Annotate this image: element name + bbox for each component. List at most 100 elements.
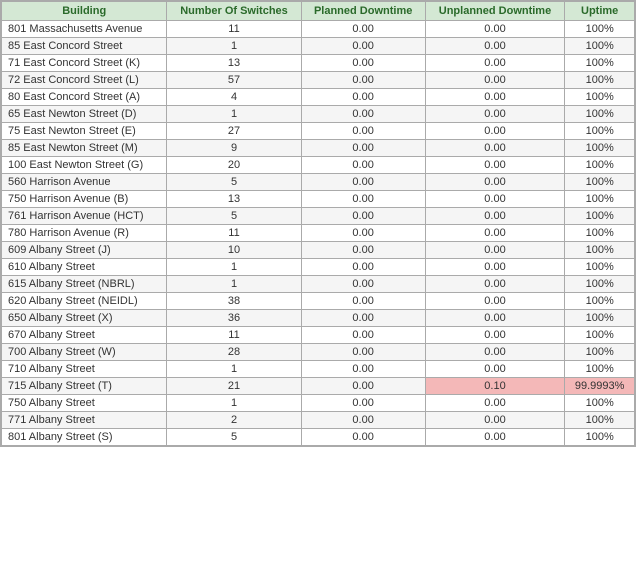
- cell-uptime: 100%: [565, 123, 635, 140]
- cell-unplanned: 0.10: [425, 378, 565, 395]
- cell-switches: 1: [167, 38, 301, 55]
- table-row: 761 Harrison Avenue (HCT)50.000.00100%: [2, 208, 635, 225]
- cell-uptime: 100%: [565, 174, 635, 191]
- cell-planned: 0.00: [301, 242, 425, 259]
- cell-uptime: 100%: [565, 242, 635, 259]
- cell-planned: 0.00: [301, 378, 425, 395]
- cell-building: 715 Albany Street (T): [2, 378, 167, 395]
- main-table-container: Building Number Of Switches Planned Down…: [0, 0, 636, 447]
- col-unplanned: Unplanned Downtime: [425, 2, 565, 21]
- cell-planned: 0.00: [301, 208, 425, 225]
- table-row: 801 Massachusetts Avenue110.000.00100%: [2, 21, 635, 38]
- cell-switches: 10: [167, 242, 301, 259]
- cell-uptime: 100%: [565, 361, 635, 378]
- cell-uptime: 100%: [565, 38, 635, 55]
- cell-switches: 5: [167, 174, 301, 191]
- cell-switches: 1: [167, 259, 301, 276]
- table-row: 750 Harrison Avenue (B)130.000.00100%: [2, 191, 635, 208]
- cell-unplanned: 0.00: [425, 55, 565, 72]
- cell-switches: 38: [167, 293, 301, 310]
- cell-uptime: 100%: [565, 21, 635, 38]
- cell-planned: 0.00: [301, 327, 425, 344]
- cell-building: 72 East Concord Street (L): [2, 72, 167, 89]
- cell-unplanned: 0.00: [425, 21, 565, 38]
- cell-unplanned: 0.00: [425, 242, 565, 259]
- cell-building: 801 Massachusetts Avenue: [2, 21, 167, 38]
- cell-switches: 1: [167, 106, 301, 123]
- cell-building: 85 East Newton Street (M): [2, 140, 167, 157]
- cell-switches: 1: [167, 361, 301, 378]
- table-row: 670 Albany Street110.000.00100%: [2, 327, 635, 344]
- table-row: 715 Albany Street (T)210.000.1099.9993%: [2, 378, 635, 395]
- table-row: 650 Albany Street (X)360.000.00100%: [2, 310, 635, 327]
- cell-switches: 5: [167, 208, 301, 225]
- cell-building: 80 East Concord Street (A): [2, 89, 167, 106]
- table-row: 560 Harrison Avenue50.000.00100%: [2, 174, 635, 191]
- cell-planned: 0.00: [301, 72, 425, 89]
- cell-uptime: 100%: [565, 344, 635, 361]
- cell-uptime: 99.9993%: [565, 378, 635, 395]
- cell-unplanned: 0.00: [425, 225, 565, 242]
- table-row: 100 East Newton Street (G)200.000.00100%: [2, 157, 635, 174]
- cell-unplanned: 0.00: [425, 429, 565, 446]
- cell-planned: 0.00: [301, 157, 425, 174]
- cell-building: 560 Harrison Avenue: [2, 174, 167, 191]
- cell-unplanned: 0.00: [425, 208, 565, 225]
- cell-planned: 0.00: [301, 361, 425, 378]
- cell-unplanned: 0.00: [425, 140, 565, 157]
- col-planned: Planned Downtime: [301, 2, 425, 21]
- cell-switches: 4: [167, 89, 301, 106]
- cell-uptime: 100%: [565, 140, 635, 157]
- cell-unplanned: 0.00: [425, 123, 565, 140]
- cell-uptime: 100%: [565, 55, 635, 72]
- cell-switches: 9: [167, 140, 301, 157]
- cell-uptime: 100%: [565, 429, 635, 446]
- cell-building: 650 Albany Street (X): [2, 310, 167, 327]
- cell-uptime: 100%: [565, 89, 635, 106]
- cell-switches: 11: [167, 225, 301, 242]
- cell-building: 620 Albany Street (NEIDL): [2, 293, 167, 310]
- table-row: 609 Albany Street (J)100.000.00100%: [2, 242, 635, 259]
- cell-planned: 0.00: [301, 429, 425, 446]
- cell-switches: 36: [167, 310, 301, 327]
- col-building: Building: [2, 2, 167, 21]
- table-row: 85 East Newton Street (M)90.000.00100%: [2, 140, 635, 157]
- cell-planned: 0.00: [301, 38, 425, 55]
- cell-unplanned: 0.00: [425, 395, 565, 412]
- table-body: 801 Massachusetts Avenue110.000.00100%85…: [2, 21, 635, 446]
- cell-switches: 28: [167, 344, 301, 361]
- cell-building: 710 Albany Street: [2, 361, 167, 378]
- cell-building: 71 East Concord Street (K): [2, 55, 167, 72]
- table-row: 750 Albany Street10.000.00100%: [2, 395, 635, 412]
- cell-switches: 1: [167, 276, 301, 293]
- table-row: 75 East Newton Street (E)270.000.00100%: [2, 123, 635, 140]
- cell-planned: 0.00: [301, 259, 425, 276]
- table-row: 85 East Concord Street10.000.00100%: [2, 38, 635, 55]
- cell-unplanned: 0.00: [425, 276, 565, 293]
- cell-planned: 0.00: [301, 412, 425, 429]
- cell-uptime: 100%: [565, 259, 635, 276]
- cell-building: 761 Harrison Avenue (HCT): [2, 208, 167, 225]
- cell-unplanned: 0.00: [425, 293, 565, 310]
- cell-planned: 0.00: [301, 123, 425, 140]
- cell-planned: 0.00: [301, 21, 425, 38]
- cell-unplanned: 0.00: [425, 310, 565, 327]
- cell-uptime: 100%: [565, 293, 635, 310]
- cell-planned: 0.00: [301, 395, 425, 412]
- cell-uptime: 100%: [565, 276, 635, 293]
- table-row: 610 Albany Street10.000.00100%: [2, 259, 635, 276]
- cell-switches: 5: [167, 429, 301, 446]
- cell-unplanned: 0.00: [425, 327, 565, 344]
- cell-unplanned: 0.00: [425, 38, 565, 55]
- cell-building: 65 East Newton Street (D): [2, 106, 167, 123]
- cell-unplanned: 0.00: [425, 412, 565, 429]
- cell-planned: 0.00: [301, 191, 425, 208]
- cell-planned: 0.00: [301, 55, 425, 72]
- cell-switches: 11: [167, 21, 301, 38]
- cell-switches: 11: [167, 327, 301, 344]
- cell-building: 100 East Newton Street (G): [2, 157, 167, 174]
- table-row: 80 East Concord Street (A)40.000.00100%: [2, 89, 635, 106]
- cell-planned: 0.00: [301, 310, 425, 327]
- cell-unplanned: 0.00: [425, 174, 565, 191]
- cell-planned: 0.00: [301, 344, 425, 361]
